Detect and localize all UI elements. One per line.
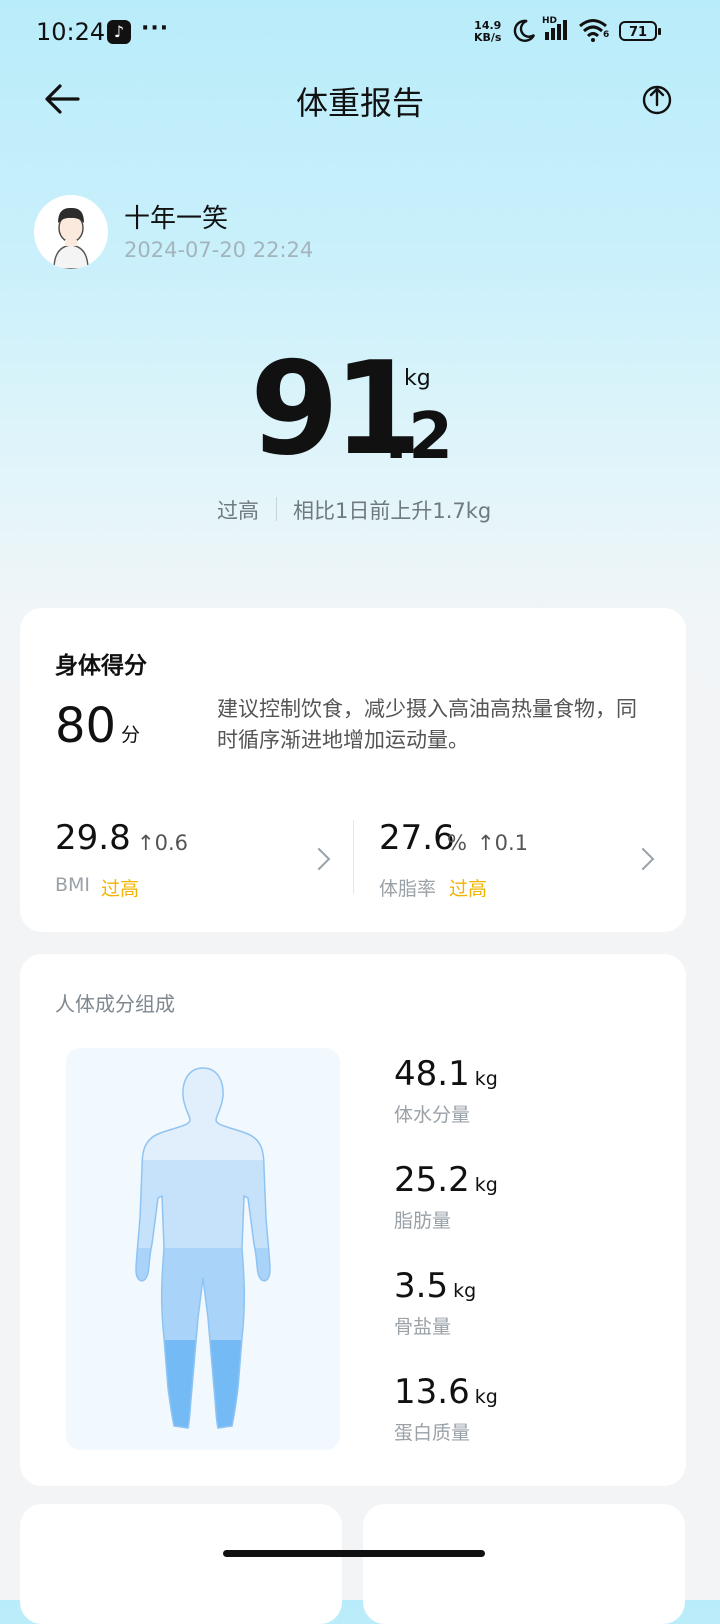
weight-status: 过高 — [217, 499, 259, 523]
net-speed-unit: KB/s — [474, 31, 502, 44]
composition-unit: kg — [453, 1280, 477, 1302]
page-title: 体重报告 — [295, 84, 424, 122]
composition-label: 蛋白质量 — [394, 1422, 471, 1444]
body-fat-status: 过高 — [449, 878, 488, 900]
composition-unit: kg — [474, 1174, 498, 1196]
do-not-disturb-icon — [513, 19, 536, 42]
wifi-generation: 6 — [603, 30, 610, 40]
score-unit: 分 — [121, 724, 141, 746]
weight-decimal: .2 — [384, 400, 453, 474]
battery-icon: 71 — [619, 21, 661, 41]
metric-card[interactable] — [363, 1504, 685, 1624]
bmi-delta: ↑0.6 — [137, 831, 188, 855]
wifi-icon: 6 — [578, 18, 612, 46]
avatar[interactable] — [34, 195, 108, 269]
composition-label: 脂肪量 — [394, 1210, 452, 1232]
composition-value: 48.1 — [394, 1054, 470, 1094]
bmi-label: BMI — [55, 874, 91, 896]
share-button[interactable] — [630, 72, 684, 126]
health-advice: 建议控制饮食，减少摄入高油高热量食物，同时循序渐进地增加运动量。 — [217, 697, 637, 752]
composition-title: 人体成分组成 — [55, 992, 175, 1016]
body-fat-metric[interactable]: 27.6 % ↑0.1 体脂率 过高 — [379, 818, 659, 902]
body-figure-panel — [66, 1048, 340, 1450]
composition-value: 13.6 — [394, 1372, 470, 1412]
score-value: 80 — [55, 698, 117, 754]
human-body-icon — [135, 1067, 271, 1429]
composition-item: 48.1 kg 体水分量 — [394, 1054, 498, 1127]
share-icon — [642, 85, 672, 115]
composition-label: 体水分量 — [394, 1104, 471, 1126]
status-time: 10:24 — [36, 18, 106, 46]
user-name: 十年一笑 — [124, 204, 229, 234]
composition-label: 骨盐量 — [394, 1316, 452, 1338]
measurement-datetime: 2024-07-20 22:24 — [124, 238, 314, 262]
bmi-value: 29.8 — [55, 818, 131, 858]
bmi-status: 过高 — [101, 878, 140, 900]
composition-unit: kg — [474, 1386, 498, 1408]
weight-unit: kg — [404, 366, 431, 391]
divider — [276, 497, 277, 521]
composition-item: 3.5 kg 骨盐量 — [394, 1266, 476, 1339]
home-indicator[interactable] — [223, 1550, 485, 1557]
composition-value: 3.5 — [394, 1266, 449, 1306]
bmi-metric[interactable]: 29.8 ↑0.6 BMI 过高 — [55, 818, 335, 902]
user-avatar-icon — [34, 195, 108, 269]
composition-unit: kg — [474, 1068, 498, 1090]
more-notifications-icon: ··· — [141, 16, 170, 41]
composition-item: 25.2 kg 脂肪量 — [394, 1160, 498, 1233]
score-title: 身体得分 — [55, 653, 147, 679]
divider — [353, 820, 354, 894]
network-speed: 14.9 KB/s — [474, 20, 501, 44]
weight-comparison: 相比1日前上升1.7kg — [293, 499, 492, 523]
cell-signal-icon: HD — [542, 16, 572, 44]
chevron-right-icon — [631, 847, 655, 871]
body-fat-value: 27.6 — [379, 818, 455, 858]
composition-value: 25.2 — [394, 1160, 470, 1200]
body-fat-unit: % — [447, 831, 467, 855]
composition-item: 13.6 kg 蛋白质量 — [394, 1372, 498, 1445]
body-fat-label: 体脂率 — [379, 878, 437, 900]
chevron-right-icon — [307, 847, 331, 871]
body-fat-delta: ↑0.1 — [477, 831, 528, 855]
metric-card[interactable] — [20, 1504, 342, 1624]
tiktok-icon: ♪ — [107, 20, 131, 44]
